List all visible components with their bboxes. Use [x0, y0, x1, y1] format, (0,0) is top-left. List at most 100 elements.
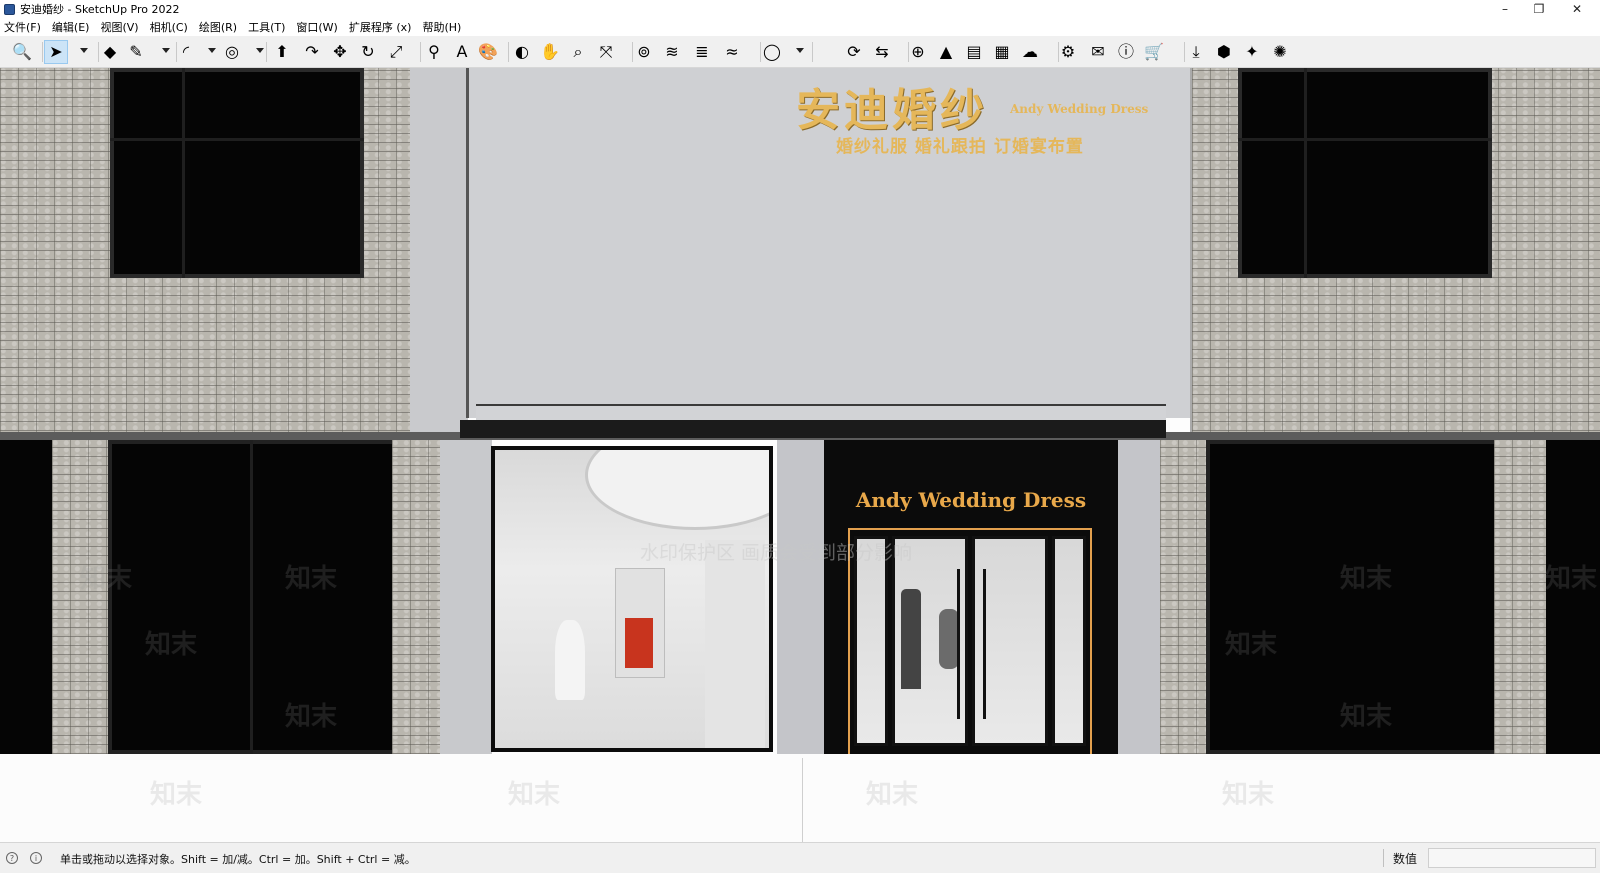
watermark: 知末: [285, 702, 338, 732]
menu-file[interactable]: 文件(F): [4, 19, 41, 35]
maximize-button[interactable]: ❐: [1522, 0, 1556, 18]
add-icon[interactable]: ⊕: [906, 40, 930, 64]
window-transom: [1238, 138, 1492, 141]
shape-icon[interactable]: ◎: [220, 40, 244, 64]
component-icon[interactable]: ⬢: [1212, 40, 1236, 64]
brick-pier-right: [1494, 440, 1550, 754]
plugin-settings-icon[interactable]: ✺: [1268, 40, 1292, 64]
brick-pier: [392, 440, 442, 754]
info-icon[interactable]: ⓘ: [1114, 40, 1138, 64]
title-bar: 安迪婚纱 - SketchUp Pro 2022 – ❐ ✕: [0, 0, 1600, 18]
watermark: 知末: [1340, 702, 1393, 732]
plugin-icon[interactable]: ✦: [1240, 40, 1264, 64]
watermark: 知末: [80, 564, 133, 594]
door-leaf-left[interactable]: [892, 536, 968, 746]
sketchup-window: 安迪婚纱 - SketchUp Pro 2022 – ❐ ✕ 文件(F) 编辑(…: [0, 0, 1600, 873]
wall-column: [705, 540, 765, 748]
display-window: [491, 446, 773, 752]
arc-icon[interactable]: ◜: [174, 40, 198, 64]
tape-measure-icon[interactable]: ⚲: [422, 40, 446, 64]
toolbar-separator: [1058, 42, 1059, 62]
minimize-button[interactable]: –: [1488, 0, 1522, 18]
pilaster: [440, 440, 492, 754]
store-sign-english-small: Andy Wedding Dress: [1010, 102, 1149, 116]
eraser-icon[interactable]: ◆: [98, 40, 122, 64]
layers-icon[interactable]: ▤: [962, 40, 986, 64]
close-button[interactable]: ✕: [1560, 0, 1594, 18]
pilaster: [777, 440, 825, 754]
dropdown-caret-icon[interactable]: [256, 48, 264, 53]
scale-icon[interactable]: ⤢: [384, 40, 408, 64]
menu-extensions[interactable]: 扩展程序 (x): [349, 19, 412, 35]
menu-help[interactable]: 帮助(H): [422, 19, 461, 35]
upper-left-window: [110, 68, 364, 278]
sketchup-app-icon: [4, 3, 15, 15]
instructor-icon[interactable]: i: [30, 852, 42, 864]
geo-location-icon[interactable]: ?: [6, 852, 18, 864]
warehouse-icon[interactable]: ⊚: [632, 40, 656, 64]
export-icon[interactable]: ⇆: [870, 40, 894, 64]
door-leaf-right[interactable]: [972, 536, 1048, 746]
toolbar-separator: [420, 42, 421, 62]
brick-pier: [1160, 440, 1212, 754]
model-viewport[interactable]: 安迪婚纱 Andy Wedding Dress 婚纱礼服 婚礼跟拍 订婚宴布置 …: [0, 68, 1600, 842]
extension-warehouse-icon[interactable]: ≋: [660, 40, 684, 64]
dropdown-caret-icon[interactable]: [80, 48, 88, 53]
toolbar-separator: [508, 42, 509, 62]
settings-icon[interactable]: ⚙: [1056, 40, 1080, 64]
watermark: 知末: [150, 780, 203, 810]
toolbar-separator: [266, 42, 267, 62]
toolbar-separator: [42, 42, 43, 62]
toolbar-separator: [908, 42, 909, 62]
store-sign-chinese: 安迪婚纱: [796, 85, 988, 136]
layout-icon[interactable]: ≣: [690, 40, 714, 64]
upper-right-window: [1238, 68, 1492, 278]
brick-pier-left: [52, 440, 110, 754]
orbit-icon[interactable]: ◐: [510, 40, 534, 64]
menu-edit[interactable]: 编辑(E): [52, 19, 90, 35]
lower-right-edge-window: [1546, 440, 1600, 754]
dropdown-caret-icon[interactable]: [162, 48, 170, 53]
measurements-input[interactable]: [1428, 848, 1596, 868]
zoom-window-icon[interactable]: ⌕: [566, 40, 590, 64]
push-pull-icon[interactable]: ⬆: [270, 40, 294, 64]
cloud-upload-icon[interactable]: ☁: [1018, 40, 1042, 64]
toolbar-separator: [1184, 42, 1185, 62]
sync-icon[interactable]: ⟳: [842, 40, 866, 64]
text-icon[interactable]: A: [450, 40, 474, 64]
door-handle[interactable]: [957, 569, 960, 719]
dropdown-caret-icon[interactable]: [796, 48, 804, 53]
watermark: 知末: [866, 780, 919, 810]
follow-me-icon[interactable]: ↷: [300, 40, 324, 64]
pan-icon[interactable]: ✋: [538, 40, 562, 64]
watermark: 知末: [1222, 780, 1275, 810]
user-account-icon[interactable]: ◯: [760, 40, 784, 64]
measurements-label: 数值: [1393, 852, 1418, 866]
toolbar-separator: [632, 42, 633, 62]
menu-window[interactable]: 窗口(W): [296, 19, 337, 35]
menu-tools[interactable]: 工具(T): [248, 19, 285, 35]
tree-icon[interactable]: ▲: [934, 40, 958, 64]
zoom-icon[interactable]: 🔍: [10, 40, 34, 64]
pencil-line-icon[interactable]: ✎: [124, 40, 148, 64]
extension-manager-icon[interactable]: ≈: [720, 40, 744, 64]
window-transom: [110, 138, 364, 141]
pilaster-left: [410, 68, 468, 440]
mannequin-suit: [901, 589, 921, 689]
menu-draw[interactable]: 绘图(R): [199, 19, 237, 35]
download-icon[interactable]: ⤓: [1184, 40, 1208, 64]
rotate-icon[interactable]: ↻: [356, 40, 380, 64]
toolbar-separator: [760, 42, 761, 62]
paint-bucket-icon[interactable]: 🎨: [476, 40, 500, 64]
move-icon[interactable]: ✥: [328, 40, 352, 64]
mail-icon[interactable]: ✉: [1086, 40, 1110, 64]
menu-camera[interactable]: 相机(C): [150, 19, 188, 35]
checker-icon[interactable]: ▦: [990, 40, 1014, 64]
dropdown-caret-icon[interactable]: [208, 48, 216, 53]
cart-icon[interactable]: 🛒: [1142, 40, 1166, 64]
toolbar-separator: [812, 42, 813, 62]
zoom-extents-icon[interactable]: ⤧: [594, 40, 618, 64]
select-icon[interactable]: ➤: [44, 40, 68, 64]
menu-view[interactable]: 视图(V): [100, 19, 138, 35]
door-handle[interactable]: [983, 569, 986, 719]
